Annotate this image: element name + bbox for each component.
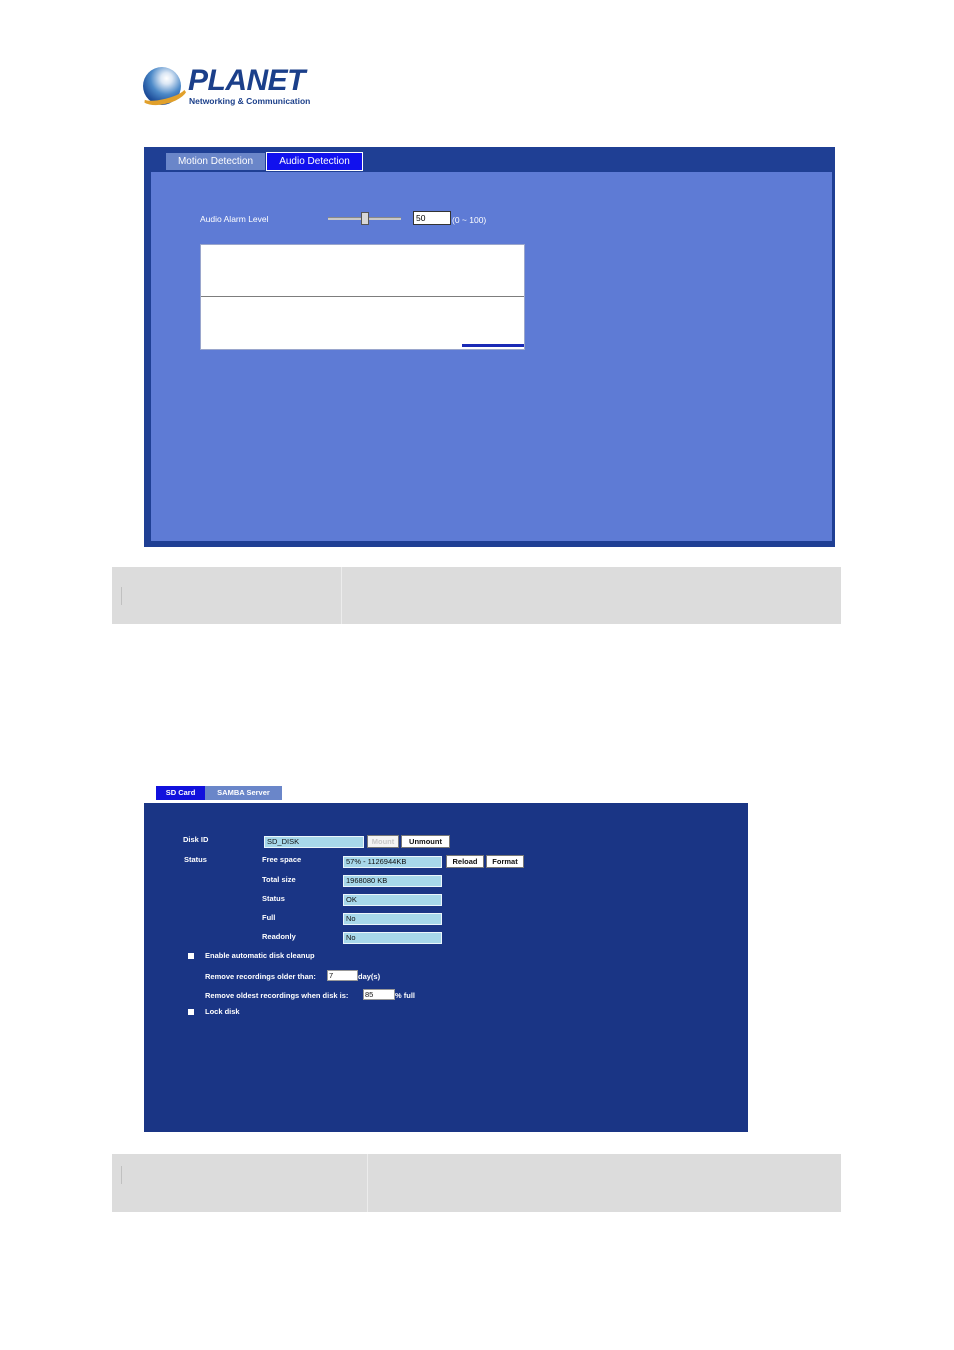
table-column-divider xyxy=(341,567,342,624)
table-column-divider xyxy=(367,1154,368,1212)
full-label: Full xyxy=(262,913,276,922)
free-space-field: 57% - 1126944KB xyxy=(343,856,442,868)
disk-cleanup-checkbox[interactable] xyxy=(188,953,194,959)
audio-level-slider-handle[interactable] xyxy=(360,212,369,225)
readonly-label: Readonly xyxy=(262,932,296,941)
tab-motion-detection[interactable]: Motion Detection xyxy=(166,153,265,170)
remove-oldest-percent-input[interactable]: 85 xyxy=(363,989,395,1000)
table-cell-marker xyxy=(121,587,122,605)
free-space-label: Free space xyxy=(262,855,302,864)
full-field: No xyxy=(343,913,442,925)
graph-audio-bar xyxy=(462,344,524,347)
tab-audio-detection[interactable]: Audio Detection xyxy=(266,152,363,171)
sd-card-panel: Disk ID SD_DISK Mount Unmount Status Fre… xyxy=(144,803,748,1132)
description-table-audio xyxy=(112,567,841,624)
reload-button[interactable]: Reload xyxy=(446,855,484,868)
percent-full-label: % full xyxy=(395,991,415,1000)
status-label: Status xyxy=(184,855,207,864)
mount-button[interactable]: Mount xyxy=(367,835,399,848)
lock-disk-label: Lock disk xyxy=(205,1007,240,1016)
planet-logo: PLANET Networking & Communication xyxy=(137,64,310,110)
brand-tagline: Networking & Communication xyxy=(189,96,311,106)
disk-id-label: Disk ID xyxy=(183,835,209,844)
remove-older-days-input[interactable]: 7 xyxy=(327,970,358,981)
description-table-sd-card xyxy=(112,1154,841,1212)
tab-samba-server[interactable]: SAMBA Server xyxy=(205,786,282,800)
format-button[interactable]: Format xyxy=(486,855,524,868)
lock-disk-checkbox[interactable] xyxy=(188,1009,194,1015)
remove-older-label: Remove recordings older than: xyxy=(205,972,316,981)
audio-detection-panel: Motion Detection Audio Detection Audio A… xyxy=(144,147,835,547)
total-size-label: Total size xyxy=(262,875,296,884)
readonly-field: No xyxy=(343,932,442,944)
tab-sd-card[interactable]: SD Card xyxy=(155,785,206,801)
days-unit-label: day(s) xyxy=(358,972,381,981)
graph-threshold-line xyxy=(201,296,524,297)
disk-id-field[interactable]: SD_DISK xyxy=(264,836,364,848)
total-size-field: 1968080 KB xyxy=(343,875,442,887)
audio-alarm-level-input[interactable]: 50 xyxy=(413,211,451,225)
unmount-button[interactable]: Unmount xyxy=(401,835,450,848)
brand-name: PLANET xyxy=(188,64,306,97)
status-field-label: Status xyxy=(262,894,285,903)
remove-oldest-label: Remove oldest recordings when disk is: xyxy=(205,991,349,1000)
audio-detection-content: Audio Alarm Level 50 (0 ~ 100) xyxy=(151,172,832,541)
audio-level-range-hint: (0 ~ 100) xyxy=(452,215,487,225)
audio-level-graph xyxy=(200,244,525,350)
status-field: OK xyxy=(343,894,442,906)
disk-cleanup-label: Enable automatic disk cleanup xyxy=(205,951,315,960)
audio-alarm-level-label: Audio Alarm Level xyxy=(200,214,269,224)
table-cell-marker xyxy=(121,1166,122,1184)
